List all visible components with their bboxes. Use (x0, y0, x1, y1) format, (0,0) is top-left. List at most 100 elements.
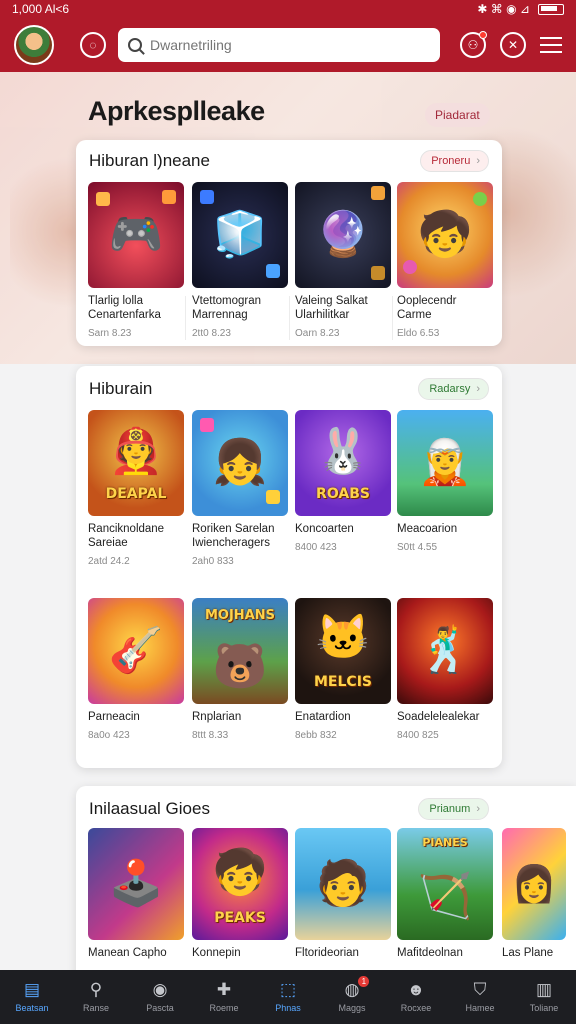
nav-item-messages[interactable]: ◍ 1 Maggs (320, 970, 384, 1024)
profile-icon: ☻ (407, 980, 425, 999)
notification-dot (479, 31, 487, 39)
section-card-casual: Inilaasual Gioes Prianum › 🕹️ Manean Caph… (76, 786, 576, 986)
game-tile[interactable]: 🧑 Fltorideorian (295, 828, 391, 960)
jungle-hunter-icon: PIANES 🏹 (397, 828, 493, 940)
game-tile[interactable]: 🐱 MELCIS Enatardion 8ebb 832 (295, 598, 391, 741)
game-name: Konnepin (192, 947, 241, 959)
chat-icon: ◍ (344, 980, 360, 999)
game-meta: 8a0o 423 (88, 730, 130, 741)
status-icons: ✱ ⌘ ◉ ⊿ (477, 2, 564, 16)
game-name: Vtettomogran Marrennag (192, 295, 262, 321)
app-header: ◌ ⚇ ✕ (0, 18, 576, 72)
game-tile[interactable]: 🕺 Soadelelealekar 8400 825 (397, 598, 493, 741)
neon-cube-icon: 🧊 (192, 182, 288, 288)
nav-item-games[interactable]: ◉ Pascta (128, 970, 192, 1024)
gift-icon[interactable]: ✕ (500, 32, 526, 58)
game-name: Meacoarion (397, 523, 458, 535)
game-tile[interactable]: 👩 Las Plane (502, 828, 566, 960)
chevron-right-icon: › (476, 383, 480, 395)
section-title: Hiburain (89, 379, 153, 398)
chevron-right-icon: › (476, 155, 480, 167)
section-more-button[interactable]: Radarsy › (418, 378, 489, 400)
game-name: Soadelelealekar (397, 711, 480, 723)
game-tile[interactable]: 🎮 Tlarlig lolla Cenartenfarka Sarn 8.23 (88, 182, 184, 339)
nav-item-controller[interactable]: ✚ Roeme (192, 970, 256, 1024)
game-name: Valeing Salkat Ularhilitkar (295, 295, 368, 321)
puzzle-girl-icon: 👧 (192, 410, 288, 516)
yellow-bunny-icon: 🐰 ROABS (295, 410, 391, 516)
controller-mascot-icon: 🎮 (88, 182, 184, 288)
game-name: Ooplecendr Carme (397, 295, 457, 321)
game-tile[interactable]: 🎸 Parneacin 8a0o 423 (88, 598, 184, 741)
chat-bubble-icon[interactable]: ◌ (80, 32, 106, 58)
game-tile[interactable]: 🧒 Ooplecendr Carme Eldo 6.53 (397, 182, 493, 339)
box-icon: ⬚ (279, 980, 297, 999)
game-meta: 8ebb 832 (295, 730, 337, 741)
game-tile[interactable]: 🐰 ROABS Koncoarten 8400 423 (295, 410, 391, 553)
game-name: Koncoarten (295, 523, 354, 535)
guitar-boy-icon: 🎸 (88, 598, 184, 704)
bottom-navigation: ▤ Beatsan ⚲ Ranse ◉ Pascta ✚ Roeme ⬚ Phnas ◍ 1… (0, 970, 576, 1024)
notification-badge: 1 (358, 976, 370, 987)
space-orb-icon: 🔮 (295, 182, 391, 288)
game-meta: 8ttt 8.33 (192, 730, 229, 741)
home-icon: ▤ (23, 980, 41, 999)
section-title: Inilaasual Gioes (89, 799, 210, 818)
nav-item-profile[interactable]: ☻ Rocxee (384, 970, 448, 1024)
battery-icon (538, 3, 564, 15)
search-bar[interactable] (118, 28, 440, 62)
candy-blast-icon: 🧒 PEAKS (192, 828, 288, 940)
game-tile[interactable]: 🧑‍🚒 DEAPAL Ranciknoldane Sareiae 2atd 24.… (88, 410, 184, 567)
adventure-boy-icon: 🧑‍🚒 DEAPAL (88, 410, 184, 516)
game-meta: S0tt 4.55 (397, 542, 438, 553)
safari-bear-icon: MOJHANS 🐻 (192, 598, 288, 704)
nav-item-store[interactable]: ▥ Toliane (512, 970, 576, 1024)
game-meta: 8400 825 (397, 730, 439, 741)
game-name: Enatardion (295, 711, 351, 723)
title-action-button[interactable]: Piadarat (425, 103, 490, 127)
island-girl-icon: 🧝 (397, 410, 493, 516)
game-tile[interactable]: MOJHANS 🐻 Rnplarian 8ttt 8.33 (192, 598, 288, 741)
status-time: 1,000 Al<6 (12, 2, 70, 16)
game-meta: 2atd 24.2 (88, 556, 130, 567)
friends-icon[interactable]: ⚇ (460, 31, 487, 58)
section-more-button[interactable]: Prianum › (418, 798, 489, 820)
game-tile[interactable]: 🧒 PEAKS Konnepin (192, 828, 288, 960)
game-tile[interactable]: PIANES 🏹 Mafitdeolnan (397, 828, 493, 960)
game-meta: 8400 423 (295, 542, 337, 553)
game-tile[interactable]: 🕹️ Manean Capho (88, 828, 184, 960)
action-hero-icon: 🕺 (397, 598, 493, 704)
game-meta: Oarn 8.23 (295, 328, 340, 339)
game-name: Rnplarian (192, 711, 242, 723)
section-card-entertainment: Hiburain Radarsy › 🧑‍🚒 DEAPAL Ranciknoldan… (76, 366, 502, 768)
nav-item-shield[interactable]: ⛉ Hamee (448, 970, 512, 1024)
search-input[interactable] (150, 37, 410, 53)
game-tile[interactable]: 🧝 Meacoarion S0tt 4.55 (397, 410, 493, 553)
section-more-button[interactable]: Proneru › (420, 150, 489, 172)
game-name: Mafitdeolnan (397, 947, 463, 959)
avatar[interactable] (14, 25, 54, 65)
game-tile[interactable]: 🔮 Valeing Salkat Ularhilitkar Oarn 8.23 (295, 182, 391, 339)
search-icon (128, 38, 142, 52)
nav-item-box[interactable]: ⬚ Phnas (256, 970, 320, 1024)
hamburger-menu-icon[interactable] (540, 37, 562, 53)
game-name: Tlarlig lolla Cenartenfarka (88, 295, 161, 321)
game-meta: 2tt0 8.23 (192, 328, 231, 339)
game-icon: ◉ (152, 980, 168, 999)
game-name: Manean Capho (88, 947, 167, 959)
store-icon: ▥ (535, 980, 553, 999)
status-bar: 1,000 Al<6 ✱ ⌘ ◉ ⊿ (0, 0, 576, 18)
game-name: Fltorideorian (295, 947, 359, 959)
nav-item-home[interactable]: ▤ Beatsan (0, 970, 64, 1024)
nav-item-search[interactable]: ⚲ Ranse (64, 970, 128, 1024)
game-name: Roriken Sarelan Iwiencheragers (192, 523, 275, 549)
game-tile[interactable]: 🧊 Vtettomogran Marrennag 2tt0 8.23 (192, 182, 288, 339)
jungle-hero-icon: 🧒 (397, 182, 493, 288)
game-tile[interactable]: 👧 Roriken Sarelan Iwiencheragers 2ah0 83… (192, 410, 288, 567)
game-meta: 2ah0 833 (192, 556, 234, 567)
game-name: Ranciknoldane Sareiae (88, 523, 165, 549)
game-meta: Eldo 6.53 (397, 328, 440, 339)
chevron-right-icon: › (476, 803, 480, 815)
game-meta: Sarn 8.23 (88, 328, 132, 339)
page-title: Aprkesplleake (88, 96, 265, 126)
